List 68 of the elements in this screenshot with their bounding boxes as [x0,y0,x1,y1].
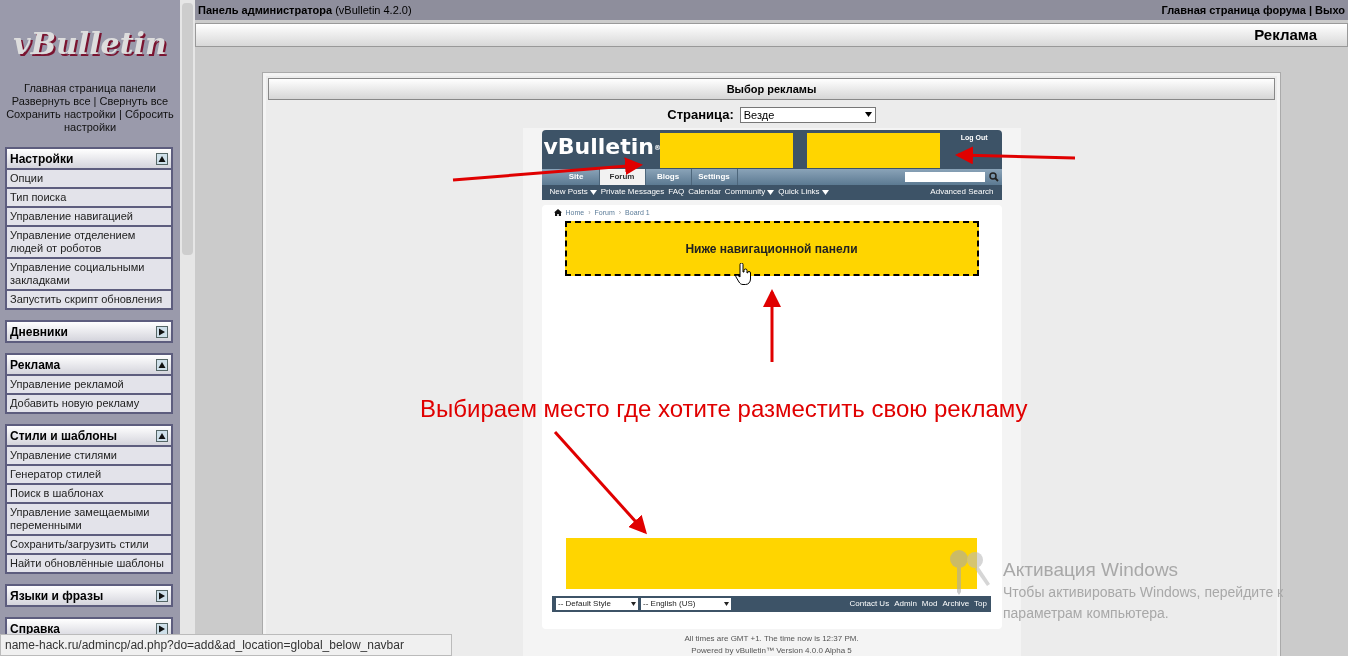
sidebar-item[interactable]: Поиск в шаблонах [7,483,171,502]
expand-icon[interactable] [156,622,168,635]
forum-nav-link[interactable]: Quick Links [778,186,829,198]
section-header[interactable]: Дневники [7,322,171,341]
caret-icon [821,189,829,195]
hand-cursor-icon [735,263,751,285]
ad-slot[interactable] [806,132,940,168]
forum-logo: vBulletin$^{®}$ [543,133,660,160]
caret-icon [631,602,636,606]
footer-link[interactable]: Top [974,598,987,610]
collapse-icon[interactable] [156,358,168,371]
sidebar-item[interactable]: Запустить скрипт обновления [7,289,171,308]
sidebar-link[interactable]: Развернуть все | Свернуть все [11,95,169,108]
home-icon[interactable] [553,209,562,217]
advanced-search-link[interactable]: Advanced Search [930,186,994,198]
forum-nav-link[interactable]: Private Messages [600,186,665,198]
collapse-icon[interactable] [156,429,168,442]
sidebar-item[interactable]: Тип поиска [7,187,171,206]
expand-icon[interactable] [156,325,168,338]
forum-nav-link[interactable]: Calendar [688,186,721,198]
panel-title: Выбор рекламы [268,78,1275,100]
forum-nav-link[interactable]: FAQ [668,186,685,198]
sidebar-item[interactable]: Добавить новую рекламу [7,393,171,412]
ad-slot[interactable]: Ниже навигационной панели [564,221,979,276]
time-note: All times are GMT +1. The time now is 12:37 PM. [684,634,859,644]
sidebar-item[interactable]: Управление навигацией [7,206,171,225]
section-header[interactable]: Стили и шаблоны [7,426,171,445]
admin-title: Панель администратора (vBulletin 4.2.0) [198,2,412,18]
search-field[interactable] [904,171,985,182]
forum-nav-link[interactable]: New Posts [549,186,597,198]
collapse-icon[interactable] [156,152,168,165]
forum-nav-link[interactable]: Community [724,186,775,198]
sidebar-item[interactable]: Управление социальными закладками [7,257,171,289]
page-header: Реклама [195,23,1348,47]
footer-link[interactable]: Contact Us [849,598,890,610]
page-select[interactable]: Везде [739,106,876,123]
caret-icon [767,189,775,195]
forum-links[interactable]: Главная страница форума | Выхо [1161,1,1345,19]
annotation-text: Выбираем место где хотите разместить свою рекламу [420,394,1028,424]
style-select[interactable]: -- Default Style [556,598,638,610]
footer-link[interactable]: Admin [894,598,917,610]
sidebar-item[interactable]: Управление замещаемыми переменными [7,502,171,534]
sidebar-item[interactable]: Сохранить/загрузить стили [7,534,171,553]
sidebar-link[interactable]: Сохранить настройки | Сбросить настройки [4,108,176,134]
caret-icon [864,112,872,118]
sidebar-item[interactable]: Управление стилями [7,445,171,464]
sidebar-item[interactable]: Управление отделением людей от роботов [7,225,171,257]
logo: vBulletin [13,25,167,63]
sidebar-item[interactable]: Генератор стилей [7,464,171,483]
link-url-tooltip: name-hack.ru/admincp/ad.php?do=add&ad_location=global_below_navbar [0,634,452,656]
footer-link[interactable]: Mod [921,598,938,610]
section-header[interactable]: Реклама [7,355,171,374]
search-icon[interactable] [988,171,999,182]
sidebar-link[interactable]: Главная страница панели [24,82,156,95]
language-select[interactable]: -- English (US) [641,598,731,610]
caret-icon [724,602,729,606]
caret-icon [589,189,597,195]
page-label: Страница: [667,106,734,124]
expand-icon[interactable] [156,589,168,602]
ad-slot[interactable] [659,132,793,168]
section-header[interactable]: Языки и фразы [7,586,171,605]
sidebar-item[interactable]: Опции [7,168,171,187]
sidebar-item[interactable]: Управление рекламой [7,374,171,393]
activation-title: Активация Windows [1003,558,1180,582]
footer-link[interactable]: Archive [942,598,970,610]
sidebar-item[interactable]: Найти обновлённые шаблоны [7,553,171,572]
powered-note: Powered by vBulletin™ Version 4.0.0 Alpha 5 [691,646,852,656]
section-header[interactable]: Настройки [7,149,171,168]
